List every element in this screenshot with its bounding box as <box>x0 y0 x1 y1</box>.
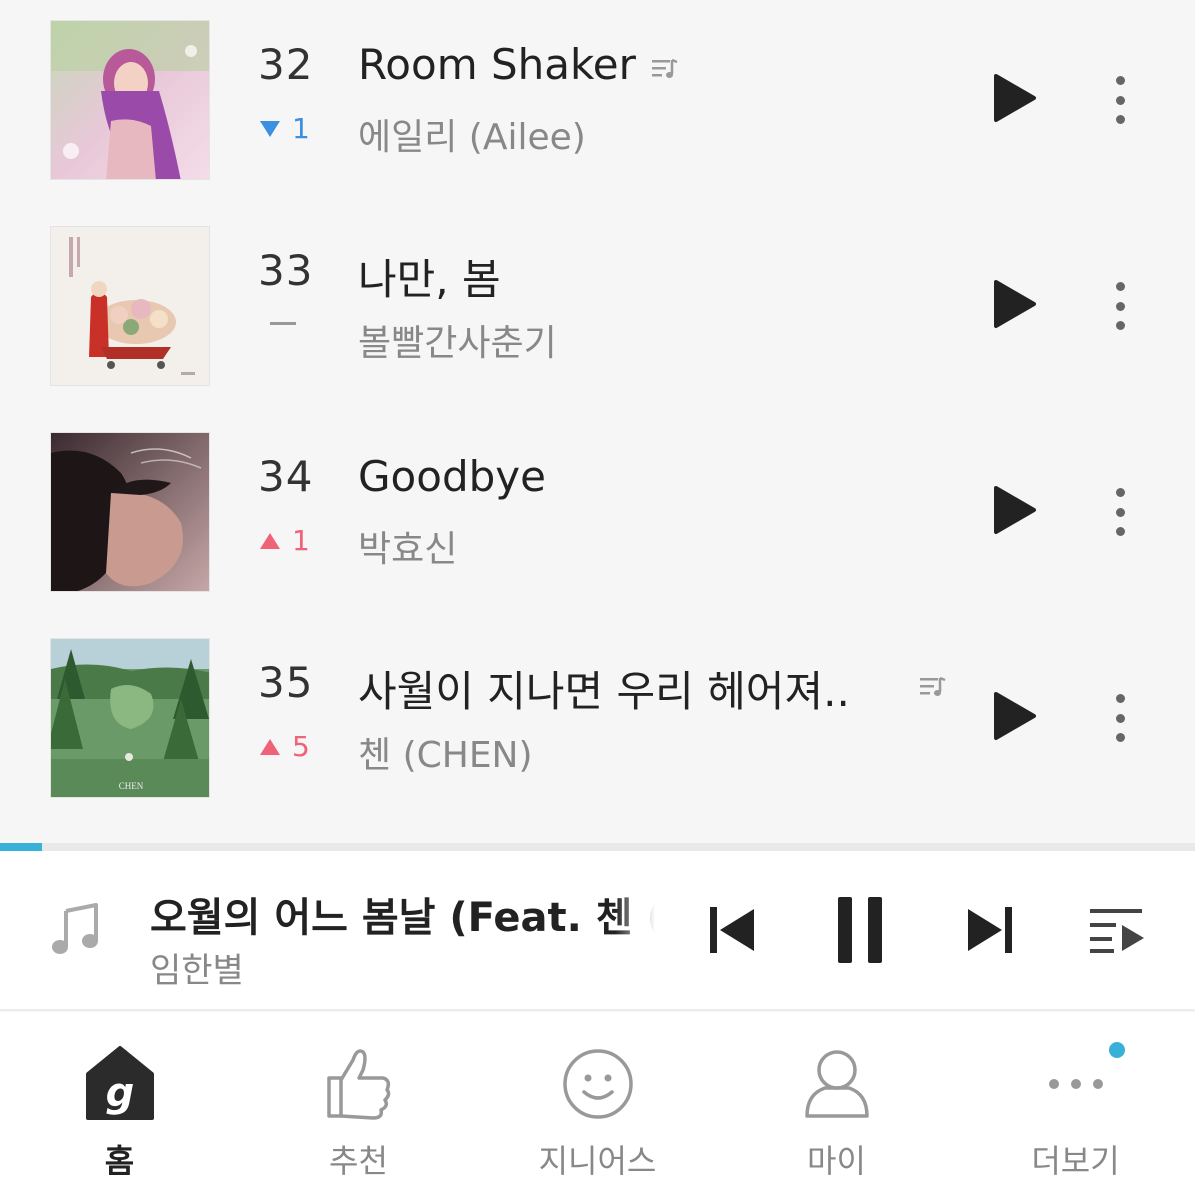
rank-up-icon <box>260 738 280 755</box>
rank-number: 35 <box>258 658 314 707</box>
tab-more[interactable]: 더보기 <box>956 1012 1195 1200</box>
notification-badge <box>1109 1042 1125 1058</box>
tab-label: 추천 <box>329 1142 388 1180</box>
dot <box>1115 282 1125 291</box>
song-title[interactable]: Room Shaker <box>358 40 636 89</box>
chart-row[interactable]: 33 나만, 봄 볼빨간사춘기 <box>0 206 1195 412</box>
rank-change <box>260 318 308 325</box>
chart-row[interactable]: 34 1 Goodbye 박효신 <box>0 412 1195 618</box>
dot <box>1115 76 1125 85</box>
rank-change-value: 1 <box>292 524 310 557</box>
dot <box>1115 321 1125 330</box>
tab-my[interactable]: 마이 <box>717 1012 956 1200</box>
rank-number: 34 <box>258 452 314 501</box>
play-button[interactable] <box>990 484 1038 536</box>
tab-label: 마이 <box>807 1142 866 1180</box>
rank-change-value: 1 <box>292 112 310 145</box>
mini-player[interactable]: 오월의 어느 봄날 (Feat. 첸 (CHEN)) 임한별 <box>0 851 1195 1011</box>
playback-progress-fill <box>0 843 42 851</box>
dot <box>1115 733 1125 742</box>
song-title[interactable]: Goodbye <box>358 452 546 501</box>
more-options-button[interactable] <box>1100 276 1140 336</box>
dot <box>1115 527 1125 536</box>
previous-track-button[interactable] <box>708 905 758 955</box>
playback-progress-bar[interactable] <box>0 843 1195 851</box>
song-title[interactable]: 나만, 봄 <box>358 246 501 307</box>
tab-home[interactable]: g 홈 <box>0 1012 239 1200</box>
chart-row[interactable]: 32 1 Room Shaker 에일리 (Ailee) <box>0 0 1195 206</box>
thumbs-up-icon <box>326 1049 390 1120</box>
rank-change: 1 <box>260 112 310 145</box>
chart-row[interactable]: CHEN 35 5 사월이 지나면 우리 헤어져.. 첸 (CHEN) <box>0 618 1195 824</box>
now-playing-artist[interactable]: 임한별 <box>150 943 244 992</box>
rank-number: 33 <box>258 246 314 295</box>
lyrics-icon[interactable] <box>650 56 680 82</box>
cover-text: CHEN <box>119 781 144 791</box>
more-options-button[interactable] <box>1100 70 1140 130</box>
dot <box>1115 95 1125 105</box>
album-cover[interactable] <box>50 20 210 180</box>
rank-change: 5 <box>260 730 310 763</box>
music-note-icon <box>52 903 98 954</box>
rank-change: 1 <box>260 524 310 557</box>
dot <box>1115 713 1125 723</box>
bottom-tab-bar: g 홈 추천 지니어스 마이 더보기 <box>0 1012 1195 1200</box>
album-cover[interactable] <box>50 226 210 386</box>
artist-name[interactable]: 첸 (CHEN) <box>358 726 533 778</box>
tab-label: 더보기 <box>1031 1142 1120 1180</box>
rank-up-icon <box>260 532 280 549</box>
chart-list: 32 1 Room Shaker 에일리 (Ailee) 33 나만, 봄 볼빨… <box>0 0 1195 848</box>
tab-genius[interactable]: 지니어스 <box>478 1012 717 1200</box>
dot <box>1115 488 1125 497</box>
rank-change-value: 5 <box>292 730 310 763</box>
play-button[interactable] <box>990 690 1038 742</box>
pause-button[interactable] <box>836 895 886 965</box>
dot <box>1115 115 1125 124</box>
dot <box>1115 507 1125 517</box>
rank-down-icon <box>260 120 280 137</box>
song-title[interactable]: 사월이 지나면 우리 헤어져.. <box>358 658 850 719</box>
home-g-icon: g <box>85 1046 154 1120</box>
dot <box>1115 301 1125 311</box>
rank-same-icon <box>270 322 296 325</box>
dot <box>1115 694 1125 703</box>
tab-label: 홈 <box>104 1142 135 1180</box>
lyrics-icon[interactable] <box>918 674 948 700</box>
tab-recommend[interactable]: 추천 <box>239 1012 478 1200</box>
album-cover[interactable] <box>50 432 210 592</box>
now-playing-title[interactable]: 오월의 어느 봄날 (Feat. 첸 (CHEN)) <box>150 885 655 943</box>
svg-text:g: g <box>105 1070 134 1116</box>
more-options-button[interactable] <box>1100 482 1140 542</box>
play-button[interactable] <box>990 72 1038 124</box>
artist-name[interactable]: 볼빨간사춘기 <box>358 314 557 366</box>
rank-number: 32 <box>258 40 314 89</box>
album-cover[interactable]: CHEN <box>50 638 210 798</box>
play-button[interactable] <box>990 278 1038 330</box>
tab-label: 지니어스 <box>538 1142 657 1180</box>
playlist-icon[interactable] <box>1088 905 1146 955</box>
artist-name[interactable]: 에일리 (Ailee) <box>358 108 586 160</box>
smiley-icon <box>562 1049 633 1119</box>
more-options-button[interactable] <box>1100 688 1140 748</box>
more-dots-icon <box>1048 1079 1103 1089</box>
next-track-button[interactable] <box>964 905 1014 955</box>
artist-name[interactable]: 박효신 <box>358 520 457 572</box>
person-icon <box>804 1050 869 1118</box>
